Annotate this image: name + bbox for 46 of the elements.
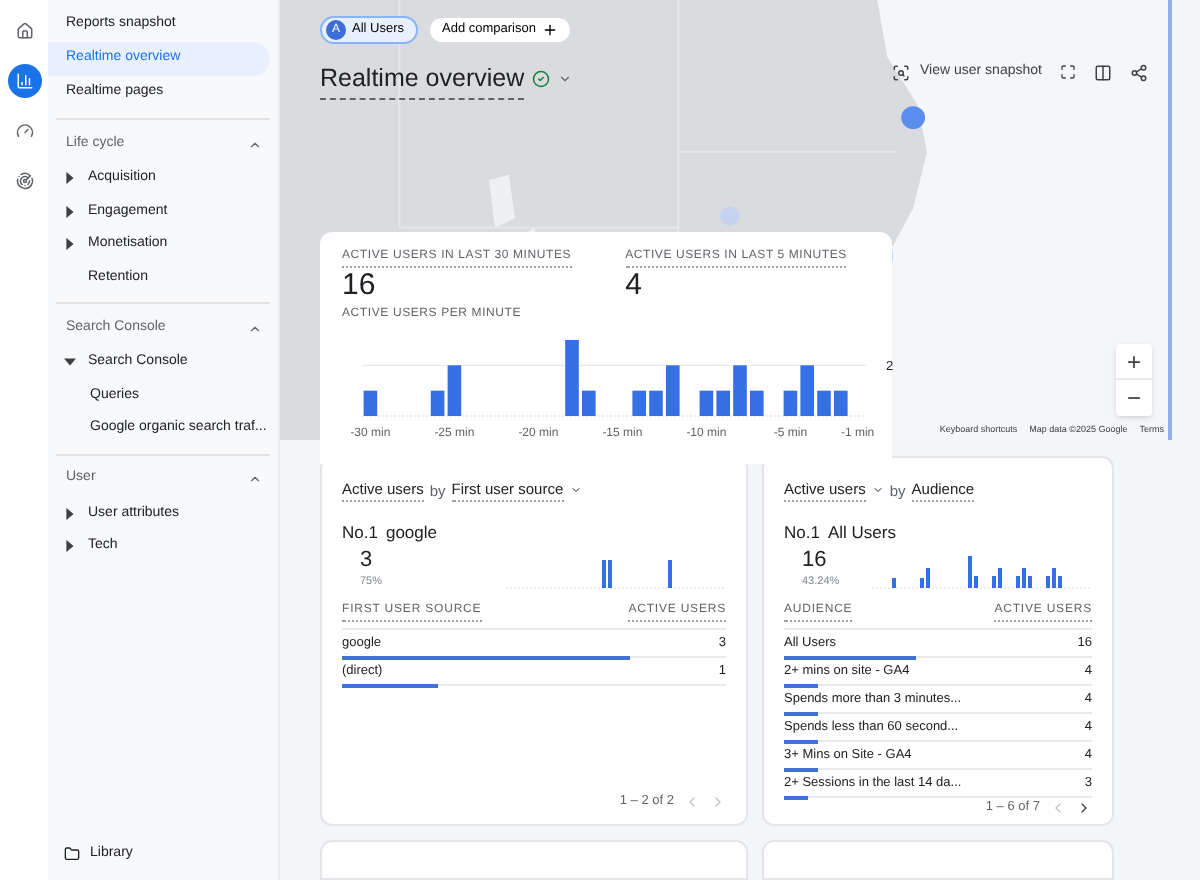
chart-bar <box>817 390 831 416</box>
chevron-up-icon[interactable] <box>248 472 262 486</box>
bar-chart-icon <box>15 72 33 90</box>
top-item-name: All Users <box>827 520 896 546</box>
chart-bar <box>666 365 680 416</box>
fullscreen-icon[interactable] <box>1059 64 1076 81</box>
next-page-icon[interactable] <box>1076 799 1092 816</box>
chart-bar <box>834 390 848 416</box>
caret-down-icon[interactable] <box>64 356 76 369</box>
columns-icon[interactable] <box>1093 63 1112 82</box>
scan-icon <box>892 63 910 82</box>
chart-bar <box>632 390 646 416</box>
share-icon[interactable] <box>1129 63 1148 82</box>
home-icon <box>15 22 33 40</box>
caret-right-icon[interactable] <box>64 205 76 218</box>
check-circle-icon <box>532 70 551 89</box>
folder-icon[interactable] <box>64 846 80 862</box>
chart-bar <box>582 390 596 416</box>
zoom-in-button[interactable]: + <box>1116 344 1152 380</box>
top-item-name: google <box>385 520 437 546</box>
chart-bar <box>649 390 663 416</box>
caret-right-icon[interactable] <box>64 172 76 185</box>
dropdown-icon[interactable] <box>871 484 884 497</box>
metric-value: 4 <box>625 268 644 304</box>
chart-bar <box>363 390 378 416</box>
caret-icon[interactable] <box>558 72 573 87</box>
rank-label: No.1 <box>342 520 378 546</box>
gauge-icon <box>15 122 33 140</box>
chart-bar <box>565 340 579 416</box>
chevron-up-icon[interactable] <box>248 321 262 335</box>
metric-value: 16 <box>342 268 378 304</box>
chart-bar <box>750 390 764 416</box>
chart-bar <box>733 365 747 416</box>
top-item-value: 16 <box>802 547 829 574</box>
caret-right-icon[interactable] <box>64 238 76 251</box>
top-item-value: 3 <box>360 547 375 574</box>
rail-button[interactable] <box>7 64 41 98</box>
caret-right-icon[interactable] <box>64 540 76 553</box>
dropdown-icon[interactable] <box>569 484 582 497</box>
zoom-out-button[interactable]: − <box>1116 380 1152 416</box>
rank-label: No.1 <box>784 520 820 546</box>
chevron-up-icon[interactable] <box>248 137 262 151</box>
plus-icon <box>542 22 558 38</box>
radar-icon <box>15 172 33 190</box>
page-title: Realtime overview <box>320 60 525 100</box>
caret-right-icon[interactable] <box>64 507 76 520</box>
